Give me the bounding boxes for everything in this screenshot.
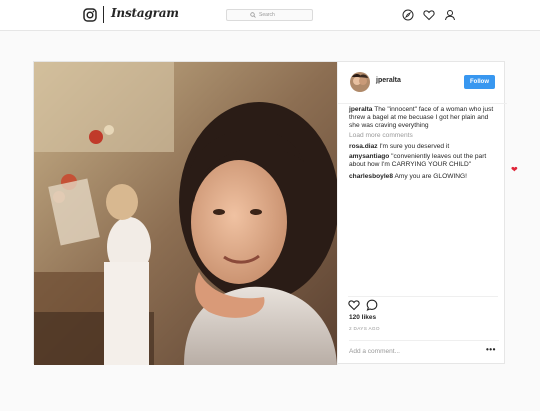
post-author-username[interactable]: jperalta [376,77,401,84]
post-actions-bar [348,296,498,311]
search-icon [250,12,256,18]
load-more-comments-link[interactable]: Load more comments [349,132,499,140]
post-caption: jperalta The "innocent" face of a woman … [349,106,499,130]
add-comment-input[interactable] [349,345,469,357]
follow-button[interactable]: Follow [464,75,495,89]
post-timestamp: 2 DAYS AGO [349,326,380,331]
floating-heart-icon: ❤ [511,165,518,174]
avatar[interactable] [350,72,370,92]
search-input[interactable] [259,12,289,18]
instagram-camera-icon[interactable] [83,8,97,22]
comment-username[interactable]: amysantiago [349,153,389,160]
comment-text: I'm sure you deserved it [379,143,450,150]
post-card: jperalta Follow jperalta The "innocent" … [33,61,507,365]
add-comment-bar: ••• [349,340,499,360]
instagram-wordmark[interactable]: Instagram [111,6,179,20]
comment-text: Amy you are GLOWING! [394,173,468,180]
top-navigation-bar: Instagram [0,0,540,31]
comments-list: jperalta The "innocent" face of a woman … [349,106,499,183]
compass-icon[interactable] [402,9,414,21]
comment-item: charlesboyle8 Amy you are GLOWING! [349,173,499,181]
likes-count[interactable]: 120 likes [349,314,376,321]
comment-item: amysantiago "conveniently leaves out the… [349,153,499,169]
heart-outline-icon[interactable] [423,9,435,21]
person-icon[interactable] [444,9,456,21]
comment-item: rosa.diaz I'm sure you deserved it [349,143,499,151]
comment-bubble-icon[interactable] [366,299,378,311]
caption-username[interactable]: jperalta [349,106,372,113]
like-heart-icon[interactable] [348,299,360,311]
post-header: jperalta Follow [338,62,507,104]
logo-divider [103,6,104,23]
search-box[interactable] [226,9,313,21]
more-options-icon[interactable]: ••• [486,345,496,354]
comment-username[interactable]: rosa.diaz [349,143,378,150]
post-photo[interactable] [34,62,337,365]
post-sidebar: jperalta Follow jperalta The "innocent" … [337,62,507,365]
comment-username[interactable]: charlesboyle8 [349,173,393,180]
